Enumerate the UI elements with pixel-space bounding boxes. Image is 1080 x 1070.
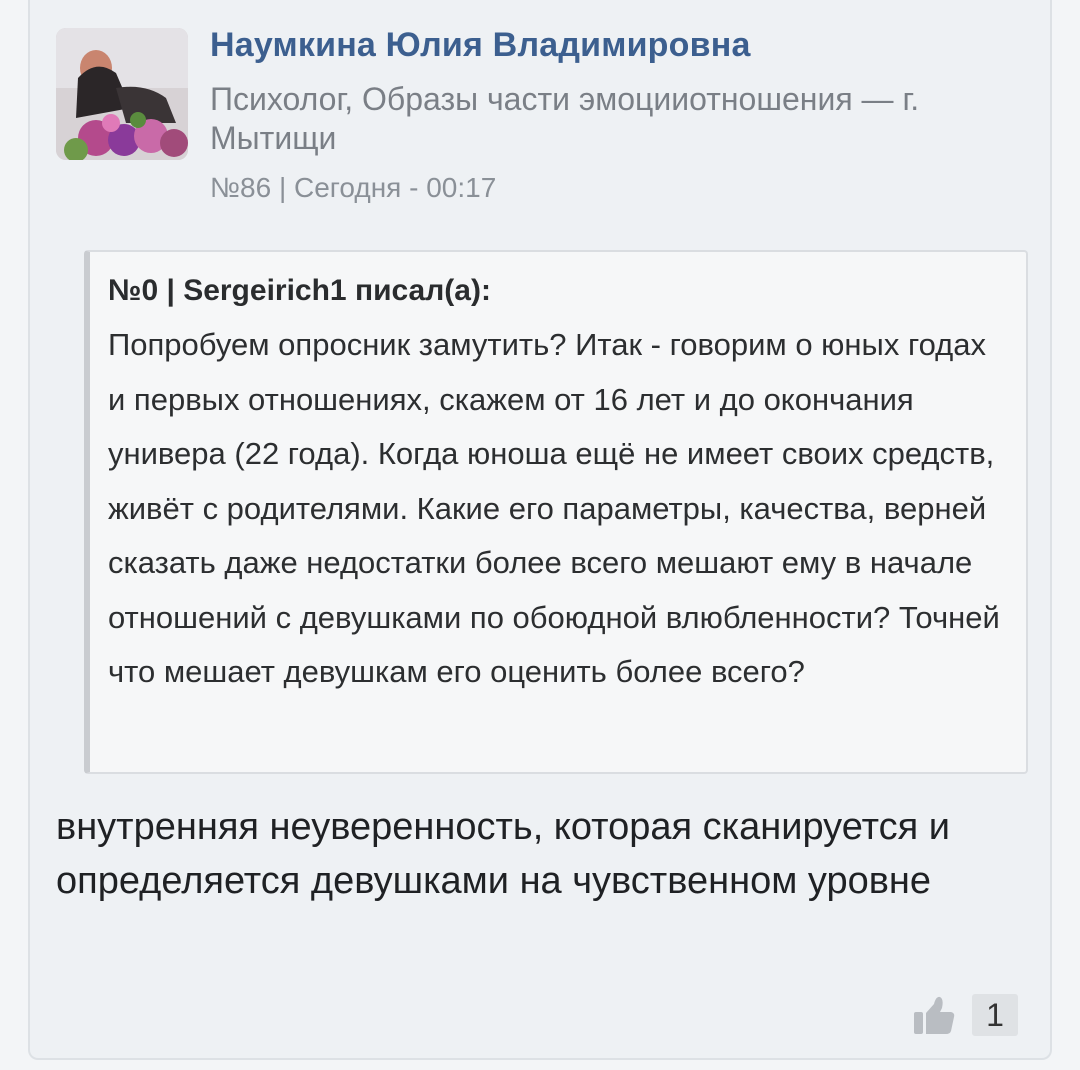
author-avatar[interactable] xyxy=(56,28,188,160)
author-description: Психолог, Образы части эмоцииотношения —… xyxy=(210,81,920,156)
reply-text: внутренняя неуверенность, которая сканир… xyxy=(56,806,950,902)
post-meta: №86 | Сегодня - 00:17 xyxy=(210,172,497,203)
avatar-photo xyxy=(56,28,188,160)
quote-header: №0 | Sergeirich1 писал(а): xyxy=(108,274,491,307)
forum-post: Наумкина Юлия Владимировна Психолог, Обр… xyxy=(28,0,1052,1060)
quote-text: Попробуем опросник замутить? Итак - гово… xyxy=(108,327,1000,689)
author-name[interactable]: Наумкина Юлия Владимировна xyxy=(210,26,751,65)
like-count: 1 xyxy=(972,994,1018,1036)
thumbs-up-icon[interactable] xyxy=(912,994,956,1036)
like-area: 1 xyxy=(912,994,1018,1036)
quote-block: №0 | Sergeirich1 писал(а): Попробуем опр… xyxy=(84,250,1028,774)
